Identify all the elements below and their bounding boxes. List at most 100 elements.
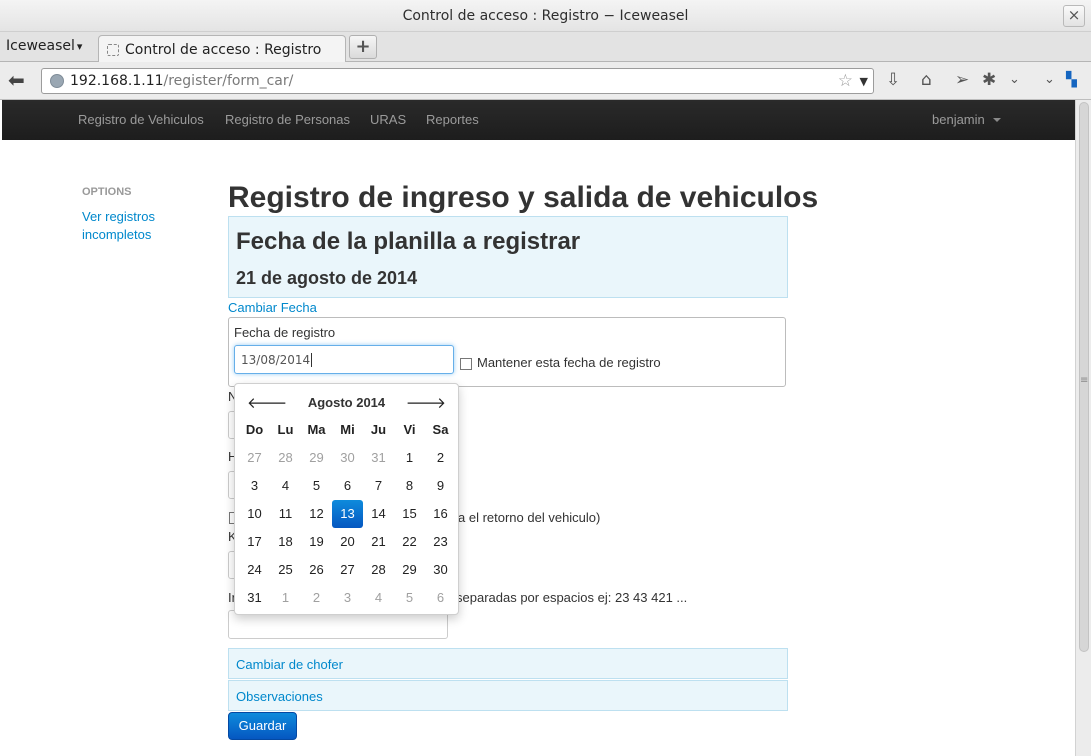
datepicker-day[interactable]: 6 xyxy=(425,584,456,612)
fecha-registro-label: Fecha de registro xyxy=(234,325,336,340)
fecha-registro-input[interactable]: 13/08/2014 xyxy=(234,345,454,374)
save-button[interactable]: Guardar xyxy=(228,712,297,740)
datepicker-weekday-row: Do Lu Ma Mi Ju Vi Sa xyxy=(239,416,456,444)
field-hint-fragment: separadas por espacios ej: 23 43 421 ... xyxy=(456,590,688,605)
datepicker-day[interactable]: 18 xyxy=(270,528,301,556)
datepicker-day[interactable]: 20 xyxy=(332,528,363,556)
datepicker-day-selected[interactable]: 13 xyxy=(332,500,363,528)
datepicker-day[interactable]: 30 xyxy=(332,444,363,472)
datepicker-day[interactable]: 28 xyxy=(363,556,394,584)
datepicker-day[interactable]: 21 xyxy=(363,528,394,556)
datepicker-week-row: 3456789 xyxy=(239,472,456,500)
app-menu-button[interactable]: Iceweasel ▾ xyxy=(6,38,82,54)
datepicker-day[interactable]: 29 xyxy=(394,556,425,584)
next-month-arrow-icon[interactable]: 🡒 xyxy=(406,393,446,412)
tab-bar: Iceweasel ▾ Control de acceso : Registro … xyxy=(0,32,1091,63)
date-panel-heading: Fecha de la planilla a registrar xyxy=(236,228,581,255)
datepicker-day[interactable]: 28 xyxy=(270,444,301,472)
home-icon[interactable]: ⌂ xyxy=(921,70,932,90)
tab-title: Control de acceso : Registro xyxy=(125,42,322,58)
user-menu[interactable]: benjamin xyxy=(932,112,985,127)
extension-icon[interactable]: ▚ xyxy=(1066,70,1077,90)
page-favicon-icon xyxy=(107,44,119,56)
weekday-header: Mi xyxy=(340,422,355,437)
date-panel: Fecha de la planilla a registrar 21 de a… xyxy=(228,216,788,298)
datepicker-day[interactable]: 27 xyxy=(332,556,363,584)
url-dropdown-icon[interactable]: ▼ xyxy=(860,75,868,88)
datepicker-day[interactable]: 3 xyxy=(332,584,363,612)
datepicker-day[interactable]: 22 xyxy=(394,528,425,556)
new-tab-button[interactable]: + xyxy=(349,35,377,59)
bookmark-star-icon[interactable]: ☆ xyxy=(838,71,853,91)
datepicker-day[interactable]: 14 xyxy=(363,500,394,528)
datepicker-day[interactable]: 27 xyxy=(239,444,270,472)
change-date-link[interactable]: Cambiar Fecha xyxy=(228,300,317,315)
overflow-chevron-icon[interactable]: ⌄ xyxy=(1044,70,1055,90)
back-button[interactable]: ⬅ xyxy=(8,70,25,90)
nav-registro-personas[interactable]: Registro de Personas xyxy=(225,112,350,127)
page-title: Registro de ingreso y salida de vehiculo… xyxy=(228,181,819,214)
datepicker-day[interactable]: 26 xyxy=(301,556,332,584)
chevron-down-icon[interactable]: ⌄ xyxy=(1009,70,1020,90)
nav-reportes[interactable]: Reportes xyxy=(426,112,479,127)
window-close-button[interactable]: × xyxy=(1063,5,1085,27)
datepicker-day[interactable]: 25 xyxy=(270,556,301,584)
datepicker-day[interactable]: 15 xyxy=(394,500,425,528)
url-path: /register/form_car/ xyxy=(163,73,294,89)
datepicker-day[interactable]: 7 xyxy=(363,472,394,500)
weekday-header: Ju xyxy=(370,422,387,437)
addon-icon[interactable]: ✱ xyxy=(982,70,996,90)
datepicker-week-row: 17 18 19 20 21 22 23 xyxy=(239,528,456,556)
accordion-label: Observaciones xyxy=(236,689,323,704)
window-title: Control de acceso : Registro − Iceweasel xyxy=(402,8,689,24)
nav-registro-vehiculos[interactable]: Registro de Vehiculos xyxy=(78,112,204,127)
datepicker-week-row: 10 11 12 13 14 15 16 xyxy=(239,500,456,528)
app-menu-label: Iceweasel xyxy=(6,38,75,54)
datepicker-week-row: 31 1 2 3 4 5 6 xyxy=(239,584,456,612)
datepicker-day[interactable]: 9 xyxy=(425,472,456,500)
url-bar[interactable]: 192.168.1.11/register/form_car/ ☆ ▼ xyxy=(41,68,874,94)
keep-date-label: Mantener esta fecha de registro xyxy=(477,355,661,370)
keep-date-checkbox[interactable] xyxy=(460,358,472,370)
datepicker-day[interactable]: 31 xyxy=(239,584,270,612)
vertical-scrollbar[interactable]: ≡ xyxy=(1075,100,1091,756)
accordion-cambiar-chofer[interactable]: Cambiar de chofer xyxy=(228,648,788,679)
nav-uras[interactable]: URAS xyxy=(370,112,406,127)
datepicker-day[interactable]: 4 xyxy=(270,472,301,500)
datepicker-day[interactable]: 5 xyxy=(301,472,332,500)
datepicker-day[interactable]: 8 xyxy=(394,472,425,500)
datepicker-day[interactable]: 19 xyxy=(301,528,332,556)
datepicker-day[interactable]: 16 xyxy=(425,500,456,528)
datepicker-day[interactable]: 6 xyxy=(332,472,363,500)
datepicker-day[interactable]: 1 xyxy=(394,444,425,472)
datepicker-day[interactable]: 31 xyxy=(363,444,394,472)
sidebar-link-incomplete-records[interactable]: Ver registros incompletos xyxy=(82,208,182,244)
datepicker-day[interactable]: 2 xyxy=(301,584,332,612)
accordion-label: Cambiar de chofer xyxy=(236,657,343,672)
close-icon: × xyxy=(1067,6,1081,24)
datepicker-day[interactable]: 10 xyxy=(239,500,270,528)
globe-icon xyxy=(50,74,64,88)
datepicker-day[interactable]: 29 xyxy=(301,444,332,472)
datepicker-day[interactable]: 24 xyxy=(239,556,270,584)
datepicker-day[interactable]: 3 xyxy=(239,472,270,500)
return-label-fragment: a el retorno del vehiculo) xyxy=(458,510,601,525)
datepicker-day[interactable]: 12 xyxy=(301,500,332,528)
accordion-observaciones[interactable]: Observaciones xyxy=(228,680,788,711)
weekday-header: Lu xyxy=(277,422,294,437)
datepicker-day[interactable]: 23 xyxy=(425,528,456,556)
datepicker-day[interactable]: 1 xyxy=(270,584,301,612)
fecha-registro-value: 13/08/2014 xyxy=(241,353,313,367)
datepicker-day[interactable]: 5 xyxy=(394,584,425,612)
datepicker-day[interactable]: 30 xyxy=(425,556,456,584)
datepicker-day[interactable]: 11 xyxy=(270,500,301,528)
browser-tab[interactable]: Control de acceso : Registro xyxy=(98,35,346,63)
datepicker-day[interactable]: 4 xyxy=(363,584,394,612)
datepicker-day[interactable]: 2 xyxy=(425,444,456,472)
send-icon[interactable]: ➢ xyxy=(955,70,969,90)
datepicker-day[interactable]: 17 xyxy=(239,528,270,556)
back-arrow-icon: ⬅ xyxy=(8,68,25,92)
datepicker-week-row: 24 25 26 27 28 29 30 xyxy=(239,556,456,584)
datepicker-popup: 🡐 Agosto 2014 🡒 Do Lu Ma Mi Ju Vi Sa 27 28 29 30 31… xyxy=(234,383,459,615)
downloads-icon[interactable]: ⇩ xyxy=(886,70,900,90)
